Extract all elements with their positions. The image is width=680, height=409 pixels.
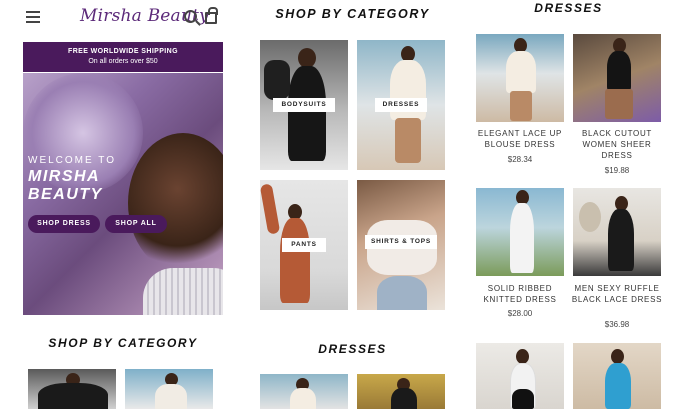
category-tile-shirts-tops[interactable]: SHIRTS & TOPS: [357, 180, 445, 310]
category-tile-bodysuits[interactable]: BODYSUITS: [260, 40, 348, 170]
hero-model-shirt-image: [143, 268, 223, 315]
product-price-4: $36.98: [604, 320, 630, 329]
dress-thumb-2[interactable]: [357, 374, 445, 409]
shopping-bag-icon[interactable]: [205, 7, 218, 24]
shipping-headline: FREE WORLDWIDE SHIPPING: [68, 48, 178, 55]
section-title-dresses-col2: DRESSES: [318, 342, 387, 356]
section-title-dresses: DRESSES: [534, 1, 603, 15]
product-name-4[interactable]: MEN SEXY RUFFLE BLACK LACE DRESS: [569, 283, 665, 305]
product-name-2[interactable]: BLACK CUTOUT WOMEN SHEER DRESS: [569, 128, 665, 161]
category-label-pants: PANTS: [282, 238, 326, 252]
hero-brand-title: MIRSHA BEAUTY: [28, 168, 103, 203]
hero-model-image: [128, 133, 223, 273]
category-thumb-dresses[interactable]: [125, 369, 213, 409]
hero-welcome-text: WELCOME TO: [28, 155, 116, 166]
product-image-5[interactable]: [476, 343, 564, 409]
section-title-category-col2: SHOP BY CATEGORY: [275, 7, 430, 21]
product-image-2[interactable]: [573, 34, 661, 122]
product-image-1[interactable]: [476, 34, 564, 122]
category-label-bodysuits: BODYSUITS: [273, 98, 335, 112]
shop-dress-button[interactable]: SHOP DRESS: [28, 215, 100, 233]
product-image-6[interactable]: [573, 343, 661, 409]
section-title-shop-by-category: SHOP BY CATEGORY: [48, 336, 198, 350]
hero-banner: WELCOME TO MIRSHA BEAUTY SHOP DRESS SHOP…: [23, 73, 223, 315]
site-header: Mirsha Beauty: [22, 6, 222, 30]
product-name-1[interactable]: ELEGANT LACE UP BLOUSE DRESS: [472, 128, 568, 150]
product-name-3[interactable]: SOLID RIBBED KNITTED DRESS: [472, 283, 568, 305]
shipping-banner: FREE WORLDWIDE SHIPPING On all orders ov…: [23, 42, 223, 72]
category-label-shirts-tops: SHIRTS & TOPS: [365, 235, 437, 249]
category-tile-dresses[interactable]: DRESSES: [357, 40, 445, 170]
product-image-4[interactable]: [573, 188, 661, 276]
category-thumb-bodysuits[interactable]: [28, 369, 116, 409]
shipping-subtext: On all orders over $50: [88, 58, 158, 65]
shop-all-button[interactable]: SHOP ALL: [105, 215, 167, 233]
hamburger-menu-icon[interactable]: [26, 11, 40, 23]
product-price-2: $19.88: [604, 166, 630, 175]
category-tile-pants[interactable]: PANTS: [260, 180, 348, 310]
search-icon[interactable]: [184, 10, 197, 23]
product-price-3: $28.00: [507, 309, 533, 318]
dress-thumb-1[interactable]: [260, 374, 348, 409]
category-label-dresses: DRESSES: [375, 98, 427, 112]
product-image-3[interactable]: [476, 188, 564, 276]
product-price-1: $28.34: [507, 155, 533, 164]
